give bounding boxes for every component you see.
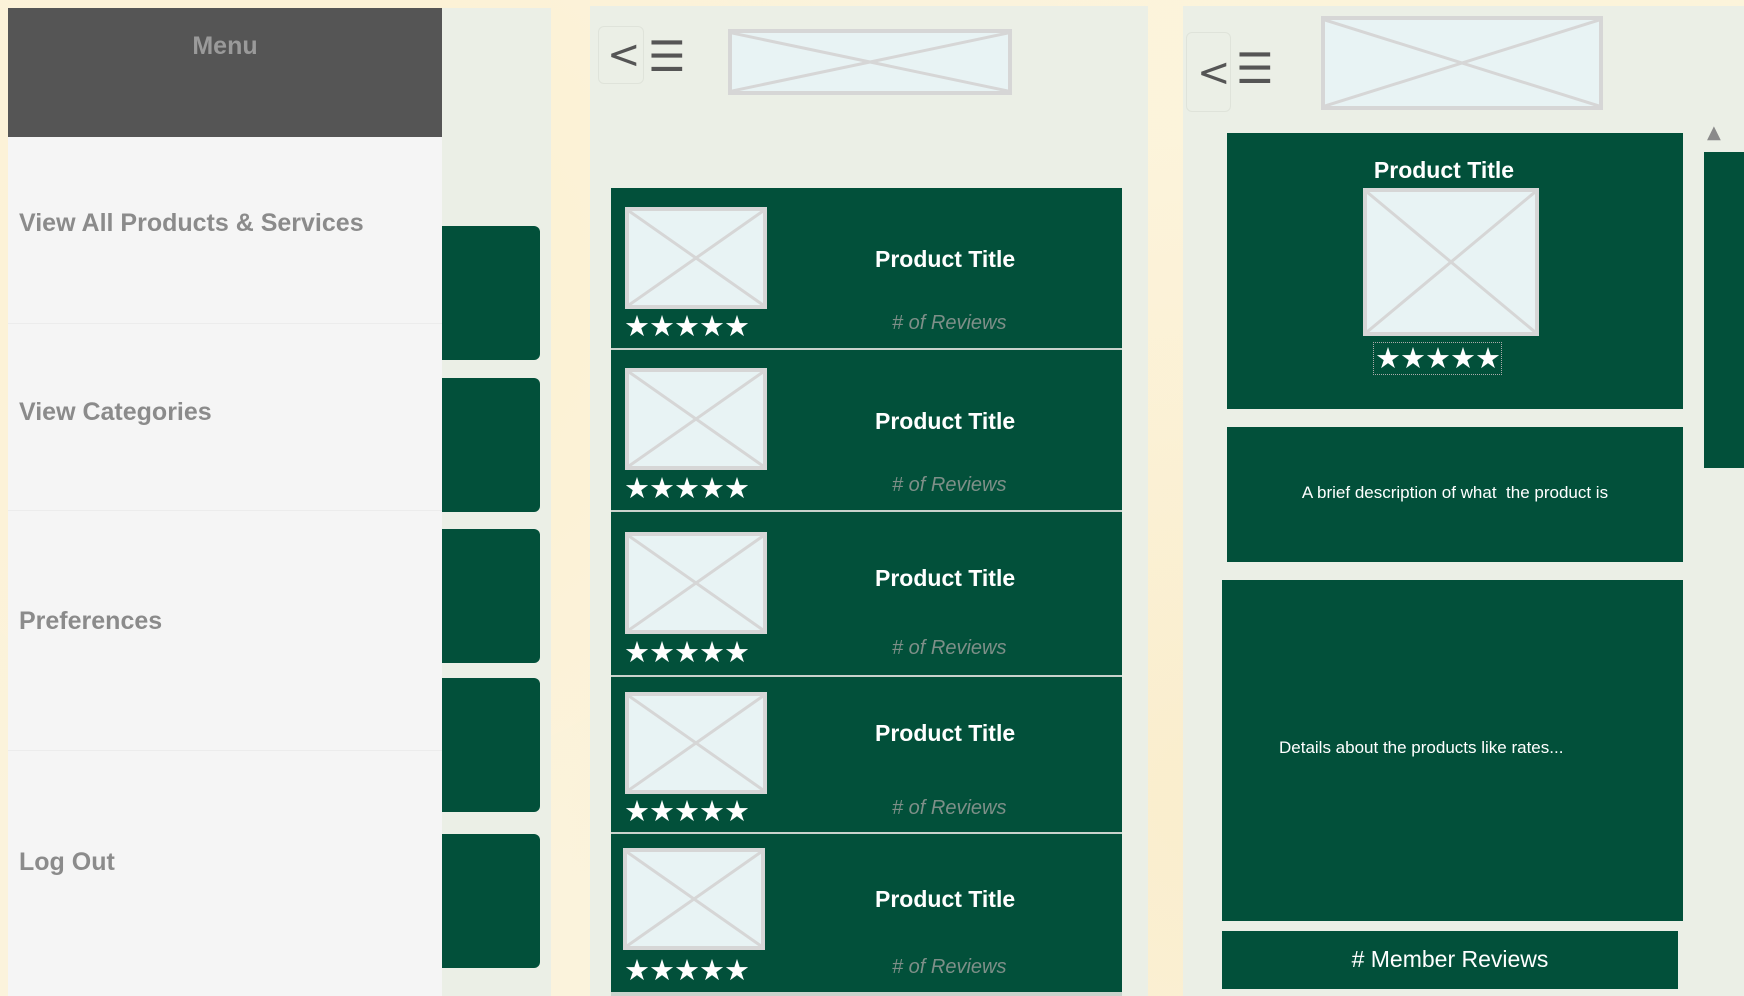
description-card: A brief description of what the product … [1227,427,1683,562]
menu-title: Menu [192,32,258,60]
product-details: Details about the products like rates... [1279,738,1564,757]
product-image [625,368,767,470]
star-rating: ★★★★★ [624,471,750,505]
product-title: Product Title [875,886,1016,912]
product-card[interactable]: ★★★★★ Product Title # of Reviews [611,677,1122,832]
back-button[interactable]: < [598,26,644,84]
menu-drawer: Menu View All Products & Services View C… [8,8,442,996]
background-card [428,378,540,512]
product-title: Product Title [875,565,1016,591]
product-title: Product Title [1373,157,1515,183]
star-rating: ★★★★★ [624,953,750,987]
hamburger-menu-icon: ☰ [1236,44,1274,93]
star-rating: ★★★★★ [624,794,750,828]
logo-placeholder [1321,16,1603,110]
scroll-thumb[interactable] [1704,152,1744,468]
product-image [625,207,767,309]
product-image [623,848,765,950]
image-placeholder-icon [1325,20,1599,106]
logo-placeholder [728,29,1012,95]
star-rating: ★★★★★ [624,635,750,669]
background-card [428,678,540,812]
menu-item-log-out[interactable]: Log Out [8,751,442,996]
review-count: # of Reviews [892,956,1007,978]
member-reviews-label: # Member Reviews [1351,946,1549,972]
background-card [428,226,540,360]
menu-item-label: View Categories [19,398,212,426]
scrollbar[interactable]: ▲ [1702,110,1744,996]
scroll-up-icon: ▲ [1707,122,1721,143]
star-rating: ★★★★★ [1373,341,1502,375]
image-placeholder-icon [629,536,763,630]
menu-item-view-all-products[interactable]: View All Products & Services [8,137,442,324]
back-icon: < [1197,50,1231,96]
product-list: ★★★★★ Product Title # of Reviews ★★★★★ P… [611,188,1122,996]
product-image [1363,188,1539,336]
background-card [428,529,540,663]
image-placeholder-icon [629,696,763,790]
image-placeholder-icon [627,852,761,946]
menu-item-label: Log Out [19,848,115,876]
product-title: Product Title [875,246,1016,272]
product-card[interactable]: ★★★★★ Product Title # of Reviews [611,834,1122,992]
menu-item-preferences[interactable]: Preferences [8,511,442,751]
product-card[interactable]: ★★★★★ Product Title # of Reviews [611,350,1122,510]
product-card[interactable]: ★★★★★ Product Title # of Reviews [611,512,1122,675]
product-description: A brief description of what the product … [1301,483,1609,502]
details-card: Details about the products like rates... [1222,580,1683,921]
hamburger-menu-icon: ☰ [648,32,686,81]
product-title: Product Title [875,408,1016,434]
review-count: # of Reviews [892,637,1007,659]
star-rating: ★★★★★ [624,309,750,343]
image-placeholder-icon [629,372,763,466]
menu-item-label: Preferences [19,607,163,635]
product-image [625,532,767,634]
product-list-screen: < ☰ ★★★★★ Product Title # of Reviews ★★★… [590,6,1148,996]
back-icon: < [607,32,641,78]
background-card [428,834,540,968]
menu-header: Menu [8,8,442,137]
review-count: # of Reviews [892,797,1007,819]
product-card[interactable]: ★★★★★ Product Title # of Reviews [611,188,1122,348]
review-count: # of Reviews [892,474,1007,496]
back-button[interactable]: < [1186,32,1231,112]
product-image [625,692,767,794]
member-reviews-button[interactable]: # Member Reviews [1222,931,1678,989]
menu-item-view-categories[interactable]: View Categories [8,324,442,511]
image-placeholder-icon [629,211,763,305]
hamburger-menu-button[interactable]: ☰ [648,36,686,78]
image-placeholder-icon [1367,192,1535,332]
scroll-up-button[interactable]: ▲ [1707,122,1721,143]
product-detail-screen: < ☰ Product Title ★★★★★ A brief descript… [1183,6,1744,996]
menu-item-label: View All Products & Services [19,209,364,237]
product-title: Product Title [875,720,1016,746]
image-placeholder-icon [732,33,1008,91]
review-count: # of Reviews [892,312,1007,334]
hamburger-menu-button[interactable]: ☰ [1236,48,1274,90]
product-header-card: Product Title ★★★★★ [1227,133,1683,409]
